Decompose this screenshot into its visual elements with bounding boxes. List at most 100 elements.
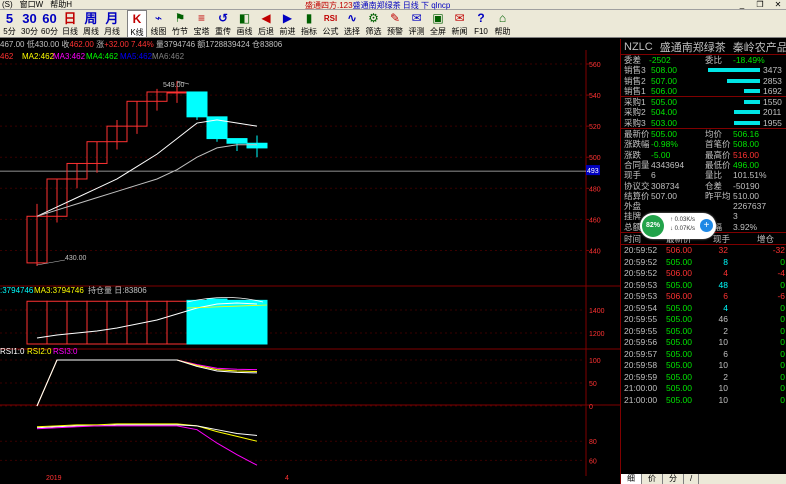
trade-row[interactable]: 21:00:00 505.00 10 0 — [621, 383, 786, 395]
trade-oi-change: 0 — [780, 314, 785, 325]
tool-button-5[interactable]: ◧ 画线 — [235, 10, 255, 38]
tool-button-1[interactable]: ⌁ 线图 — [149, 10, 169, 38]
trade-row[interactable]: 20:59:56 505.00 10 0 — [621, 337, 786, 349]
tool-button-14[interactable]: ▣ 全屏 — [428, 10, 448, 38]
bids-volume: 1550 — [763, 97, 782, 108]
ind-tick-label: 60 — [589, 458, 597, 465]
period-button-0[interactable]: 5 5分 — [0, 10, 19, 38]
tool-button-8[interactable]: ▮ 指标 — [299, 10, 319, 38]
trade-row[interactable]: 20:59:55 505.00 46 0 — [621, 314, 786, 326]
tool-icon-10: ∿ — [346, 11, 358, 25]
trade-row[interactable]: 20:59:53 506.00 6 -6 — [621, 291, 786, 303]
status-change: +32.00 7.44% — [104, 40, 154, 49]
asks-depth-bar — [743, 88, 760, 93]
ma-legend-4: MA5:462 — [120, 52, 153, 61]
panel-tab-0[interactable]: 细 — [621, 474, 642, 484]
tool-button-4[interactable]: ↺ 重传 — [213, 10, 233, 38]
restore-icon[interactable]: ❐ — [754, 0, 766, 9]
trade-row[interactable]: 20:59:55 505.00 2 0 — [621, 326, 786, 338]
price-tick-label: 500 — [589, 155, 601, 162]
network-speed-widget[interactable]: 82% ↑ 0.03K/s ↓ 0.07K/s + — [640, 213, 716, 239]
trade-price: 505.00 — [666, 302, 692, 313]
stat-value: -0.98% — [651, 139, 678, 150]
trade-row[interactable]: 20:59:52 506.00 32 -32 — [621, 245, 786, 257]
period-button-3[interactable]: 日日线 — [60, 10, 80, 38]
tool-button-0[interactable]: K K线 — [127, 10, 147, 38]
trade-row[interactable]: 20:59:52 506.00 4 -4 — [621, 268, 786, 280]
volume-bar — [106, 300, 128, 345]
stat-label-2: 量比 — [705, 170, 723, 181]
menu-item-s[interactable]: (S) — [0, 0, 18, 9]
status-close: 462.00 — [69, 40, 94, 49]
trade-row[interactable]: 20:59:54 505.00 4 0 — [621, 303, 786, 315]
bids-row[interactable]: 采购1 505.00 1550 — [621, 97, 786, 107]
volume-bar — [166, 300, 188, 345]
panel-tab-3[interactable]: / — [684, 474, 700, 484]
trade-row[interactable]: 21:00:00 505.00 10 0 — [621, 395, 786, 407]
price-status-line: 467.00 低430.00 收462.00 涨+32.00 7.44% 量37… — [0, 39, 620, 50]
kline-chart[interactable]: 440 460 480 500 520 540 560 493 462 MA2:462 MA3:46… — [0, 50, 620, 476]
trade-row[interactable]: 20:59:59 505.00 2 0 — [621, 372, 786, 384]
tool-button-2[interactable]: ⚑ 竹节 — [170, 10, 190, 38]
ma-legend-2: MA3:462 — [53, 52, 86, 61]
tool-button-11[interactable]: ⚙ 筛选 — [364, 10, 384, 38]
tool-button-6[interactable]: ◀ 后退 — [256, 10, 276, 38]
upload-speed-value: 0.03K/s — [674, 217, 696, 223]
asks-row[interactable]: 销售2 507.00 2853 — [621, 76, 786, 86]
tool-icon-7: ▶ — [282, 11, 293, 25]
menu-item-help[interactable]: 帮助H — [48, 0, 77, 10]
stat-value-2: 506.16 — [733, 129, 759, 140]
tool-button-15[interactable]: ✉ 新闻 — [450, 10, 470, 38]
tool-button-12[interactable]: ✎ 预警 — [385, 10, 405, 38]
chart-canvas[interactable]: 440460480500520540560493462 MA2:462MA3:46… — [0, 50, 620, 476]
panel-tab-1[interactable]: 价 — [642, 474, 663, 484]
trade-row[interactable]: 20:59:57 505.00 6 0 — [621, 349, 786, 361]
stat-row: 合同量 4343694 最低价 496.00 — [621, 160, 786, 170]
trade-price: 506.00 — [666, 268, 692, 279]
trade-time: 20:59:58 — [624, 360, 658, 371]
close-icon[interactable]: ✕ — [772, 0, 784, 9]
asks-row[interactable]: 销售1 506.00 1692 — [621, 86, 786, 96]
bids-row[interactable]: 采购2 504.00 2011 — [621, 107, 786, 117]
trade-oi-change: -4 — [777, 268, 785, 279]
download-speed: ↓ 0.07K/s — [670, 226, 696, 232]
trade-row[interactable]: 20:59:53 505.00 48 0 — [621, 280, 786, 292]
vol-tick-label: 1400 — [589, 308, 605, 315]
period-button-2[interactable]: 60 60分 — [40, 10, 59, 38]
stat-value: 507.00 — [651, 190, 677, 201]
ma-legend-3: MA4:462 — [86, 52, 119, 61]
trade-oi-change: 0 — [780, 383, 785, 394]
weibi-label: 委比 — [705, 55, 723, 65]
plus-icon[interactable]: + — [700, 219, 713, 232]
stat-label: 外盘 — [624, 201, 642, 212]
trades-list[interactable]: 20:59:52 506.00 32 -32 20:59:52 505.00 8 0 20:59… — [621, 245, 786, 406]
ma-legend-1: MA2:462 — [22, 52, 55, 61]
stat-value: -5.00 — [651, 149, 671, 160]
trade-row[interactable]: 20:59:52 505.00 8 0 — [621, 257, 786, 269]
period-button-5[interactable]: 月月线 — [102, 10, 122, 38]
period-button-1[interactable]: 30 30分 — [20, 10, 39, 38]
quote-header: NZLC 盛通南郑绿茶 秦岭农产品 — [621, 39, 786, 55]
tool-button-7[interactable]: ▶ 前进 — [278, 10, 298, 38]
bids-row[interactable]: 采购3 503.00 1955 — [621, 118, 786, 128]
stat-row: 涨跌幅 -0.98% 首笔价 508.00 — [621, 139, 786, 149]
bids-volume: 2011 — [763, 107, 782, 118]
trade-time: 20:59:54 — [624, 302, 658, 313]
menu-item-window[interactable]: 窗口W — [18, 0, 49, 10]
period-button-4[interactable]: 周周线 — [81, 10, 101, 38]
tool-button-16[interactable]: ? F10 — [471, 10, 491, 38]
tool-button-9[interactable]: RSI 公式 — [321, 10, 341, 38]
trade-row[interactable]: 20:59:58 505.00 10 0 — [621, 360, 786, 372]
trade-oi-change: 0 — [780, 348, 785, 359]
stat-label: 最新价 — [624, 129, 650, 140]
minimize-icon[interactable]: _ — [736, 0, 748, 9]
tool-button-13[interactable]: ✉ 评测 — [407, 10, 427, 38]
tool-button-17[interactable]: ⌂ 帮助 — [493, 10, 513, 38]
tool-button-10[interactable]: ∿ 选择 — [342, 10, 362, 38]
panel-tab-2[interactable]: 分 — [663, 474, 684, 484]
stat-value: 6 — [651, 170, 656, 181]
tool-icon-1: ⌁ — [154, 11, 163, 25]
vol-legend-a: :3794746 — [0, 286, 34, 295]
asks-row[interactable]: 销售3 508.00 3473 — [621, 65, 786, 75]
tool-button-3[interactable]: ≡ 宝塔 — [192, 10, 212, 38]
